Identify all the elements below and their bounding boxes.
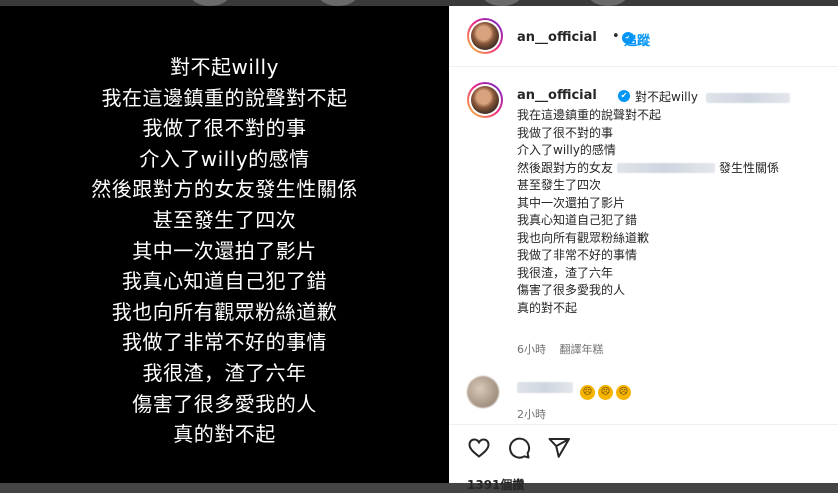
- comment-time: 2小時: [517, 408, 546, 421]
- caption-line-redacted: 然後跟對方的女友 發生性關係: [517, 160, 779, 178]
- post-header: an__official ✔ • 追蹤: [449, 6, 838, 67]
- post-side-panel: an__official ✔ • 追蹤 an__official ✔ 對不起wi…: [449, 6, 838, 492]
- image-line: 傷害了很多愛我的人: [132, 391, 317, 416]
- commenter-username-redacted[interactable]: [517, 382, 573, 393]
- caption-line: 真的對不起: [517, 300, 578, 315]
- image-line: 真的對不起: [173, 422, 276, 447]
- follow-button[interactable]: 追蹤: [624, 30, 650, 49]
- post-image-text: 對不起willy 我在這邊鎮重的說聲對不起 我做了很不對的事 介入了willy的…: [0, 52, 449, 450]
- comment-icon[interactable]: [507, 436, 531, 460]
- caption-username[interactable]: an__official: [517, 88, 597, 103]
- caption-line-prefix: 然後跟對方的女友: [517, 160, 614, 175]
- image-line: 我做了非常不好的事情: [122, 330, 327, 355]
- author-avatar[interactable]: [467, 18, 503, 54]
- redacted-text: [705, 92, 790, 103]
- commenter-avatar[interactable]: [467, 376, 499, 408]
- caption-line: 我真心知道自己犯了錯: [517, 213, 638, 227]
- comment-text: ☹ ☹ ☹: [580, 379, 634, 400]
- caption-body: 我在這邊鎮重的說聲對不起 我做了很不對的事 介入了willy的感情 然後跟對方的…: [517, 107, 779, 317]
- image-line: 我做了很不對的事: [142, 116, 307, 141]
- caption-first-text: 對不起willy: [635, 90, 698, 104]
- translate-link[interactable]: 翻譯年糕: [560, 343, 604, 356]
- caption-line: 我在這邊鎮重的說聲對不起: [517, 108, 662, 122]
- image-line: 介入了willy的感情: [139, 146, 310, 171]
- likes-count[interactable]: 1391個讚: [467, 476, 524, 493]
- post-image: 對不起willy 我在這邊鎮重的說聲對不起 我做了很不對的事 介入了willy的…: [0, 6, 449, 483]
- image-line: 其中一次還拍了影片: [132, 238, 317, 263]
- verified-icon: ✔: [618, 90, 630, 102]
- image-line: 我也向所有觀眾粉絲道歉: [111, 299, 338, 324]
- caption-avatar[interactable]: [467, 82, 503, 118]
- image-line: 我真心知道自己犯了錯: [122, 269, 327, 294]
- separator-dot: •: [612, 29, 620, 44]
- caption-meta: 6小時 翻譯年糕: [517, 341, 614, 357]
- post-time[interactable]: 6小時: [517, 343, 546, 356]
- caption-line: 我做了非常不好的事情: [517, 248, 638, 262]
- share-icon[interactable]: [547, 436, 571, 460]
- caption-first-line: 對不起willy: [635, 88, 790, 105]
- sad-face-icon: ☹: [580, 385, 595, 400]
- image-line: 對不起willy: [170, 55, 279, 79]
- image-line: 我很渣，渣了六年: [142, 360, 307, 385]
- caption-line: 傷害了很多愛我的人: [517, 283, 626, 297]
- author-username[interactable]: an__official: [517, 30, 597, 45]
- image-line: 甚至發生了四次: [152, 207, 297, 232]
- redacted-text: [617, 163, 716, 173]
- caption-line: 甚至發生了四次: [517, 178, 602, 192]
- divider: [449, 424, 838, 425]
- caption-line: 我也向所有觀眾粉絲道歉: [517, 230, 650, 245]
- caption-line: 介入了willy的感情: [517, 143, 616, 157]
- caption-line-suffix: 發生性關係: [719, 160, 780, 175]
- image-line: 然後跟對方的女友發生性關係: [91, 177, 358, 202]
- sad-face-icon: ☹: [598, 385, 613, 400]
- image-line: 我在這邊鎮重的說聲對不起: [101, 85, 348, 110]
- heart-icon[interactable]: [467, 436, 491, 460]
- caption-line: 我很渣，渣了六年: [517, 265, 614, 280]
- sad-face-icon: ☹: [616, 385, 631, 400]
- caption-line: 我做了很不對的事: [517, 125, 614, 140]
- caption-line: 其中一次還拍了影片: [517, 195, 626, 210]
